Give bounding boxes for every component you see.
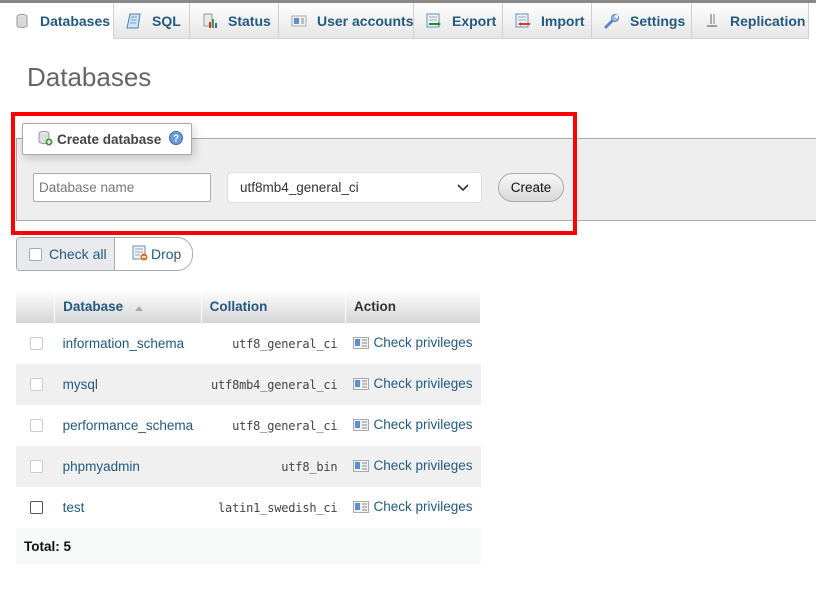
table-row: information_schema utf8_general_ci Check…: [16, 323, 481, 364]
tab-bar: Databases SQL Status User accounts Expor…: [0, 3, 816, 39]
total-label: Total: 5: [16, 528, 481, 564]
check-all-toggle[interactable]: Check all: [17, 238, 115, 270]
row-select-cell: [16, 364, 55, 405]
collation-cell: utf8_general_ci: [201, 323, 346, 364]
database-name-link[interactable]: information_schema: [54, 323, 202, 364]
tab-user-accounts[interactable]: User accounts: [279, 3, 414, 39]
tab-label: Databases: [40, 12, 111, 29]
row-select-cell: [16, 323, 55, 364]
check-privileges-link[interactable]: Check privileges: [345, 446, 481, 487]
import-icon: [515, 13, 531, 29]
chevron-down-icon: [457, 181, 469, 192]
check-privileges-label: Check privileges: [373, 458, 473, 473]
total-row: Total: 5: [16, 528, 481, 564]
check-privileges-link[interactable]: Check privileges: [345, 487, 481, 528]
database-name-link[interactable]: test: [54, 487, 202, 528]
tab-label: Status: [228, 12, 271, 29]
row-select-cell: [16, 446, 55, 487]
row-select-cell: [16, 487, 55, 528]
table-row: performance_schema utf8_general_ci Check…: [16, 405, 481, 446]
collation-cell: utf8_bin: [201, 446, 346, 487]
header-database[interactable]: Database: [54, 289, 202, 323]
row-checkbox[interactable]: [30, 501, 43, 514]
drop-label: Drop: [151, 246, 182, 262]
database-icon: [14, 13, 30, 29]
user-card-icon: [353, 419, 370, 434]
help-icon[interactable]: ?: [169, 130, 184, 148]
check-privileges-label: Check privileges: [373, 376, 473, 391]
row-checkbox: [30, 337, 43, 350]
tab-label: User accounts: [317, 12, 414, 29]
create-button[interactable]: Create: [498, 173, 564, 202]
create-database-label: Create database: [57, 131, 162, 147]
check-all-checkbox[interactable]: [29, 247, 42, 261]
table-row: test latin1_swedish_ci Check privileges: [16, 487, 481, 528]
check-privileges-link[interactable]: Check privileges: [345, 323, 481, 364]
user-card-icon: [291, 13, 307, 29]
check-privileges-label: Check privileges: [373, 417, 473, 432]
drop-table-icon: [132, 245, 148, 264]
page-title: Databases: [27, 62, 152, 92]
user-card-icon: [353, 337, 370, 352]
sql-scroll-icon: [126, 13, 142, 29]
create-database-legend: Create database ?: [22, 123, 192, 155]
check-privileges-label: Check privileges: [373, 499, 473, 514]
databases-table: Database Collation Action information_sc…: [16, 289, 482, 564]
database-add-icon: [37, 130, 53, 149]
table-row: phpmyadmin utf8_bin Check privileges: [16, 446, 481, 487]
tab-label: Settings: [630, 12, 686, 29]
user-card-icon: [353, 460, 370, 475]
svg-text:?: ?: [173, 133, 179, 144]
collation-cell: utf8mb4_general_ci: [201, 364, 346, 405]
tab-export[interactable]: Export: [414, 3, 503, 39]
database-name-link[interactable]: mysql: [54, 364, 202, 405]
collation-cell: utf8_general_ci: [201, 405, 346, 446]
collation-cell: latin1_swedish_ci: [201, 487, 346, 528]
header-collation[interactable]: Collation: [201, 289, 346, 323]
header-select: [16, 289, 56, 323]
collation-selected-value: utf8mb4_general_ci: [240, 180, 359, 195]
tab-sql[interactable]: SQL: [114, 3, 190, 39]
row-checkbox: [30, 460, 43, 473]
tab-import[interactable]: Import: [503, 3, 592, 39]
bulk-actions: Check all Drop: [16, 237, 193, 271]
tab-label: Import: [541, 12, 585, 29]
database-name-link[interactable]: performance_schema: [54, 405, 202, 446]
tab-label: Export: [452, 12, 497, 29]
check-privileges-label: Check privileges: [373, 335, 473, 350]
drop-button[interactable]: Drop: [115, 238, 192, 270]
tab-replication[interactable]: Replication: [692, 3, 809, 39]
check-privileges-link[interactable]: Check privileges: [345, 405, 481, 446]
table-row: mysql utf8mb4_general_ci Check privilege…: [16, 364, 481, 405]
database-name-input[interactable]: [33, 173, 211, 202]
user-card-icon: [353, 378, 370, 393]
status-chart-icon: [202, 13, 218, 29]
row-checkbox: [30, 419, 43, 432]
header-action: Action: [345, 289, 482, 323]
database-name-link[interactable]: phpmyadmin: [54, 446, 202, 487]
replication-icon: [704, 13, 720, 29]
top-navigation: Databases SQL Status User accounts Expor…: [0, 0, 816, 39]
row-select-cell: [16, 405, 55, 446]
export-icon: [426, 13, 442, 29]
user-card-icon: [353, 501, 370, 516]
check-all-label: Check all: [49, 246, 107, 262]
tab-label: Replication: [730, 12, 806, 29]
header-database-label: Database: [63, 298, 124, 314]
sort-asc-icon: [134, 299, 143, 314]
check-privileges-link[interactable]: Check privileges: [345, 364, 481, 405]
row-checkbox: [30, 378, 43, 391]
tab-databases[interactable]: Databases: [0, 3, 114, 39]
collation-select[interactable]: utf8mb4_general_ci: [227, 172, 482, 203]
tab-status[interactable]: Status: [190, 3, 279, 39]
tab-settings[interactable]: Settings: [592, 3, 692, 39]
table-header-row: Database Collation Action: [16, 289, 482, 323]
tab-label: SQL: [152, 12, 181, 29]
wrench-icon: [604, 13, 620, 29]
